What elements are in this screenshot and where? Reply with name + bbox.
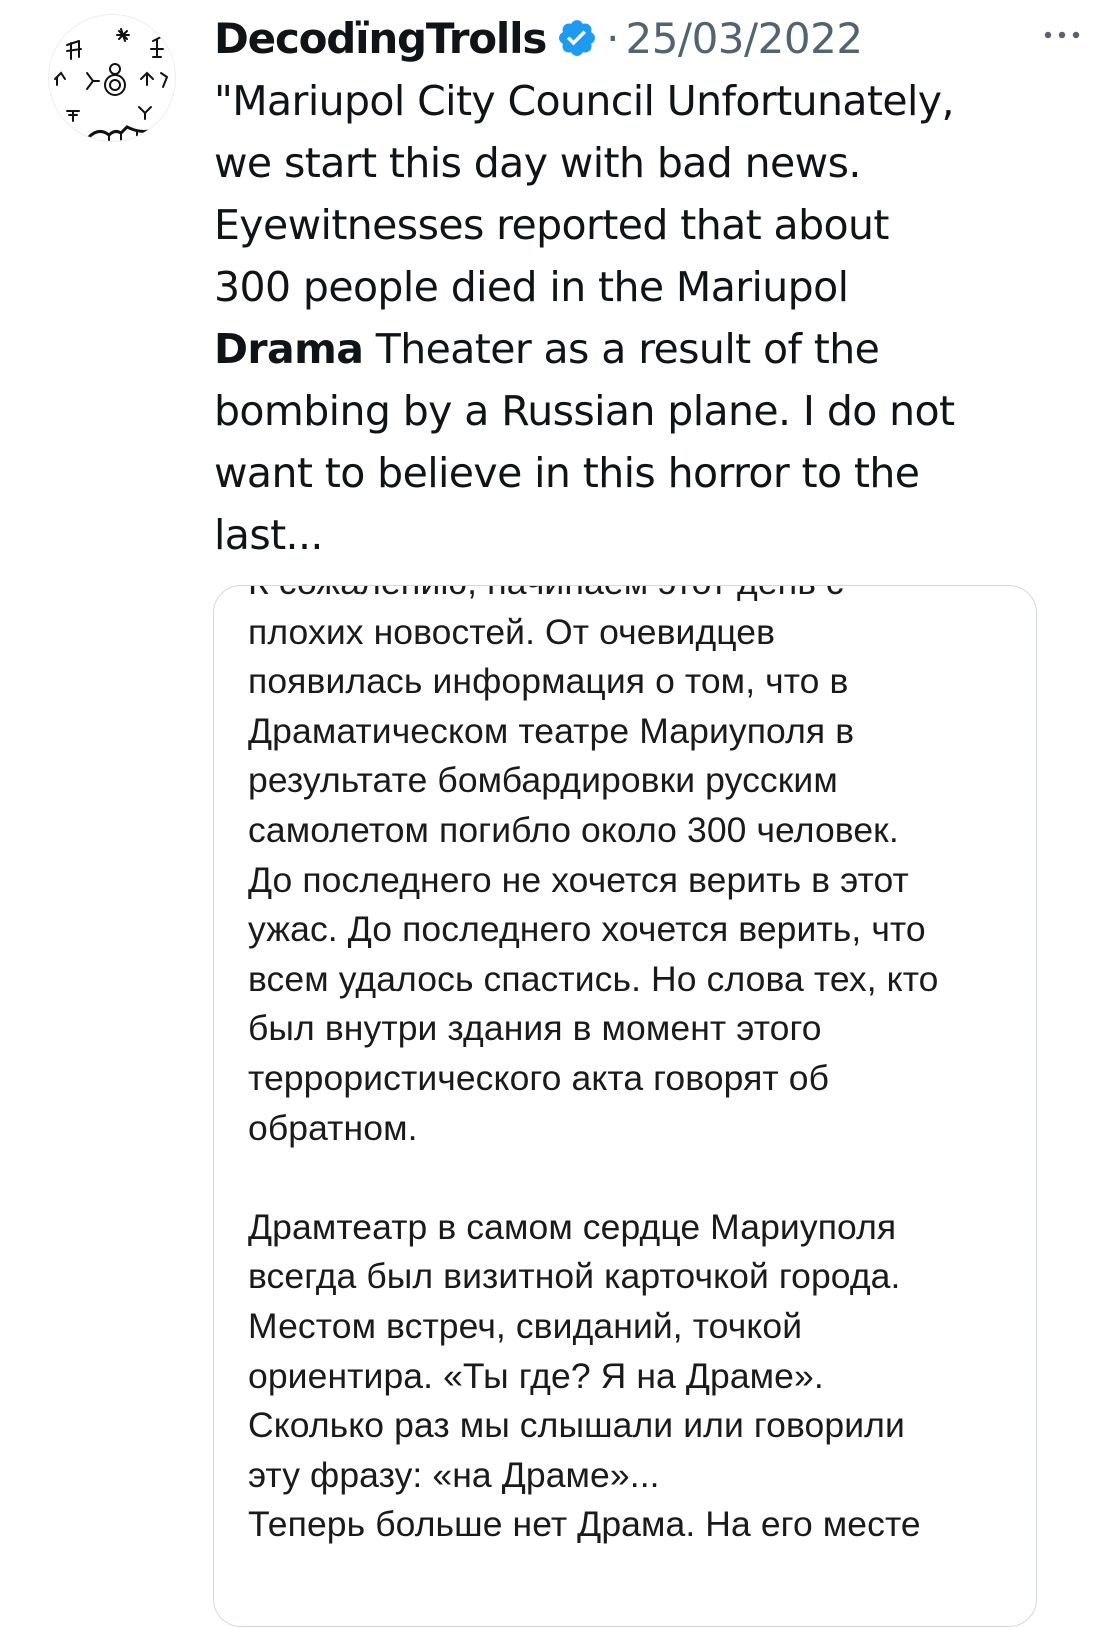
media-text-line: плохих новостей. От очевидцев <box>248 611 776 652</box>
verified-badge-icon <box>556 17 598 59</box>
tweet-text: "Mariupol City Council Unfortunately, we… <box>214 70 1074 566</box>
media-text-line: Драматическом театре Мариуполя в <box>248 710 855 751</box>
tweet-text-line: Eyewitnesses reported that about <box>214 201 889 249</box>
media-text-line: обратном. <box>248 1107 418 1148</box>
media-text-line: был внутри здания в момент этого <box>248 1008 822 1049</box>
media-text-line: ориентира. «Ты где? Я на Драме». <box>248 1355 824 1396</box>
tweet-text-line-rest: Theater as a result of the <box>375 325 880 373</box>
media-text-line: Местом встреч, свиданий, точкой <box>248 1305 803 1346</box>
media-text-line: Сколько раз мы слышали или говорили <box>248 1405 905 1446</box>
media-text-line: результате бомбардировки русским <box>248 760 838 801</box>
media-text-line: К сожалению, начинаем этот день с <box>248 586 1018 608</box>
media-text: К сожалению, начинаем этот день с плохих… <box>248 586 1018 1550</box>
avatar[interactable] <box>48 14 176 142</box>
tweet-text-line: Drama Theater as a result of the <box>214 318 1074 380</box>
media-text-line: всем удалось спастись. Но слова тех, кто <box>248 958 939 999</box>
tweet-media-image[interactable]: К сожалению, начинаем этот день с плохих… <box>213 585 1037 1627</box>
tweet-text-line: we start this day with bad news. <box>214 139 861 187</box>
media-text-line: террористического акта говорят об <box>248 1057 830 1098</box>
tweet-text-line: want to believe in this horror to the <box>214 449 920 497</box>
author-display-name[interactable]: DecodïngTrolls <box>214 14 547 63</box>
media-text-line: появилась информация о том, что в <box>248 661 849 702</box>
more-options-button[interactable] <box>1040 20 1084 50</box>
media-text-line: Драмтеатр в самом сердце Мариуполя <box>248 1206 897 1247</box>
petroglyph-avatar-icon <box>54 28 172 141</box>
tweet-highlight-word: Drama <box>214 325 364 373</box>
media-text-line: самолетом погибло около 300 человек. <box>248 809 899 850</box>
tweet-text-line: 300 people died in the Mariupol <box>214 263 849 311</box>
tweet-date[interactable]: 25/03/2022 <box>625 14 863 63</box>
tweet-text-line: bombing by a Russian plane. I do not <box>214 387 955 435</box>
media-text-line: ужас. До последнего хочется верить, что <box>248 909 926 950</box>
tweet-text-line: "Mariupol City Council Unfortunately, <box>214 77 954 125</box>
media-text-line: эту фразу: «на Драме»... <box>248 1454 660 1495</box>
tweet-header: DecodïngTrolls · 25/03/2022 <box>214 8 1078 68</box>
media-text-line: Теперь больше нет Драма. На его месте <box>248 1504 921 1545</box>
tweet-text-line: last... <box>214 511 323 559</box>
media-text-line: До последнего не хочется верить в этот <box>248 859 909 900</box>
more-options-icon <box>1044 31 1080 39</box>
media-text-line: всегда был визитной карточкой города. <box>248 1256 901 1297</box>
header-separator: · <box>606 13 620 63</box>
